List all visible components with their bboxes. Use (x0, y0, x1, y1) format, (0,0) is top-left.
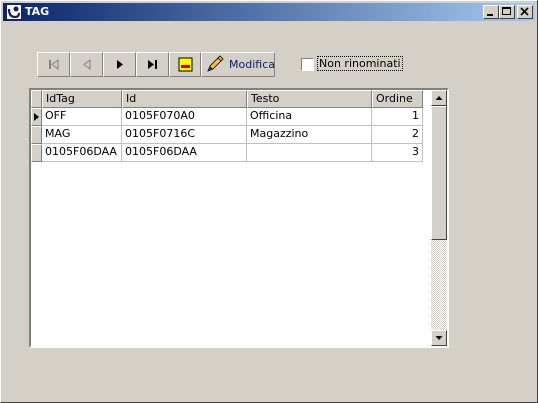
non-rinominati-checkbox[interactable] (301, 58, 314, 71)
scroll-down-icon (435, 336, 443, 340)
minimize-icon (487, 14, 493, 16)
scroll-up-icon (435, 96, 443, 100)
maximize-button[interactable] (499, 5, 515, 19)
header-indicator (31, 90, 42, 108)
column-header-testo[interactable]: Testo (247, 90, 372, 108)
cell-id[interactable]: 0105F070A0 (122, 108, 247, 126)
title-bar[interactable]: TAG (3, 3, 535, 21)
cell-ordine[interactable]: 3 (372, 144, 423, 162)
pencil-icon (207, 55, 224, 72)
last-record-icon (148, 60, 157, 69)
prior-record-icon (83, 59, 91, 70)
window: TAG Modifica Non rinominati IdTag Id Tes… (0, 0, 538, 403)
cell-ordine[interactable]: 2 (372, 126, 423, 144)
cell-id[interactable]: 0105F06DAA (122, 144, 247, 162)
close-button[interactable] (517, 5, 533, 19)
cell-idtag[interactable]: 0105F06DAA (42, 144, 122, 162)
next-record-button[interactable] (103, 52, 136, 77)
close-icon (520, 7, 529, 16)
edit-record-button[interactable] (169, 52, 201, 77)
cell-testo[interactable]: Officina (247, 108, 372, 126)
prior-record-button[interactable] (70, 52, 103, 77)
row-indicator (31, 108, 42, 126)
current-row-arrow-icon (34, 113, 39, 121)
column-header-id[interactable]: Id (122, 90, 247, 108)
scroll-thumb[interactable] (431, 106, 447, 240)
cell-idtag[interactable]: MAG (42, 126, 122, 144)
cell-idtag[interactable]: OFF (42, 108, 122, 126)
modifica-button[interactable]: Modifica (201, 52, 275, 77)
window-title: TAG (25, 5, 50, 18)
cell-id[interactable]: 0105F0716C (122, 126, 247, 144)
first-record-icon (49, 59, 59, 70)
app-icon (6, 4, 22, 20)
first-record-button[interactable] (37, 52, 70, 77)
column-header-idtag[interactable]: IdTag (42, 90, 122, 108)
modifica-label: Modifica (229, 58, 275, 71)
cell-testo[interactable] (247, 144, 372, 162)
maximize-icon (502, 7, 511, 15)
cell-ordine[interactable]: 1 (372, 108, 423, 126)
row-indicator (31, 126, 42, 144)
non-rinominati-label[interactable]: Non rinominati (317, 56, 403, 71)
column-header-ordine[interactable]: Ordine (372, 90, 423, 108)
scroll-up-button[interactable] (431, 90, 447, 106)
next-record-icon (117, 60, 123, 69)
scroll-down-button[interactable] (431, 330, 447, 346)
minimize-button[interactable] (483, 5, 499, 19)
last-record-button[interactable] (136, 52, 169, 77)
edit-record-icon (178, 57, 193, 72)
row-indicator (31, 144, 42, 162)
tag-grid[interactable]: IdTag Id Testo Ordine OFF 0105F070A0 Off… (29, 88, 449, 348)
vertical-scrollbar[interactable] (431, 90, 447, 346)
cell-testo[interactable]: Magazzino (247, 126, 372, 144)
